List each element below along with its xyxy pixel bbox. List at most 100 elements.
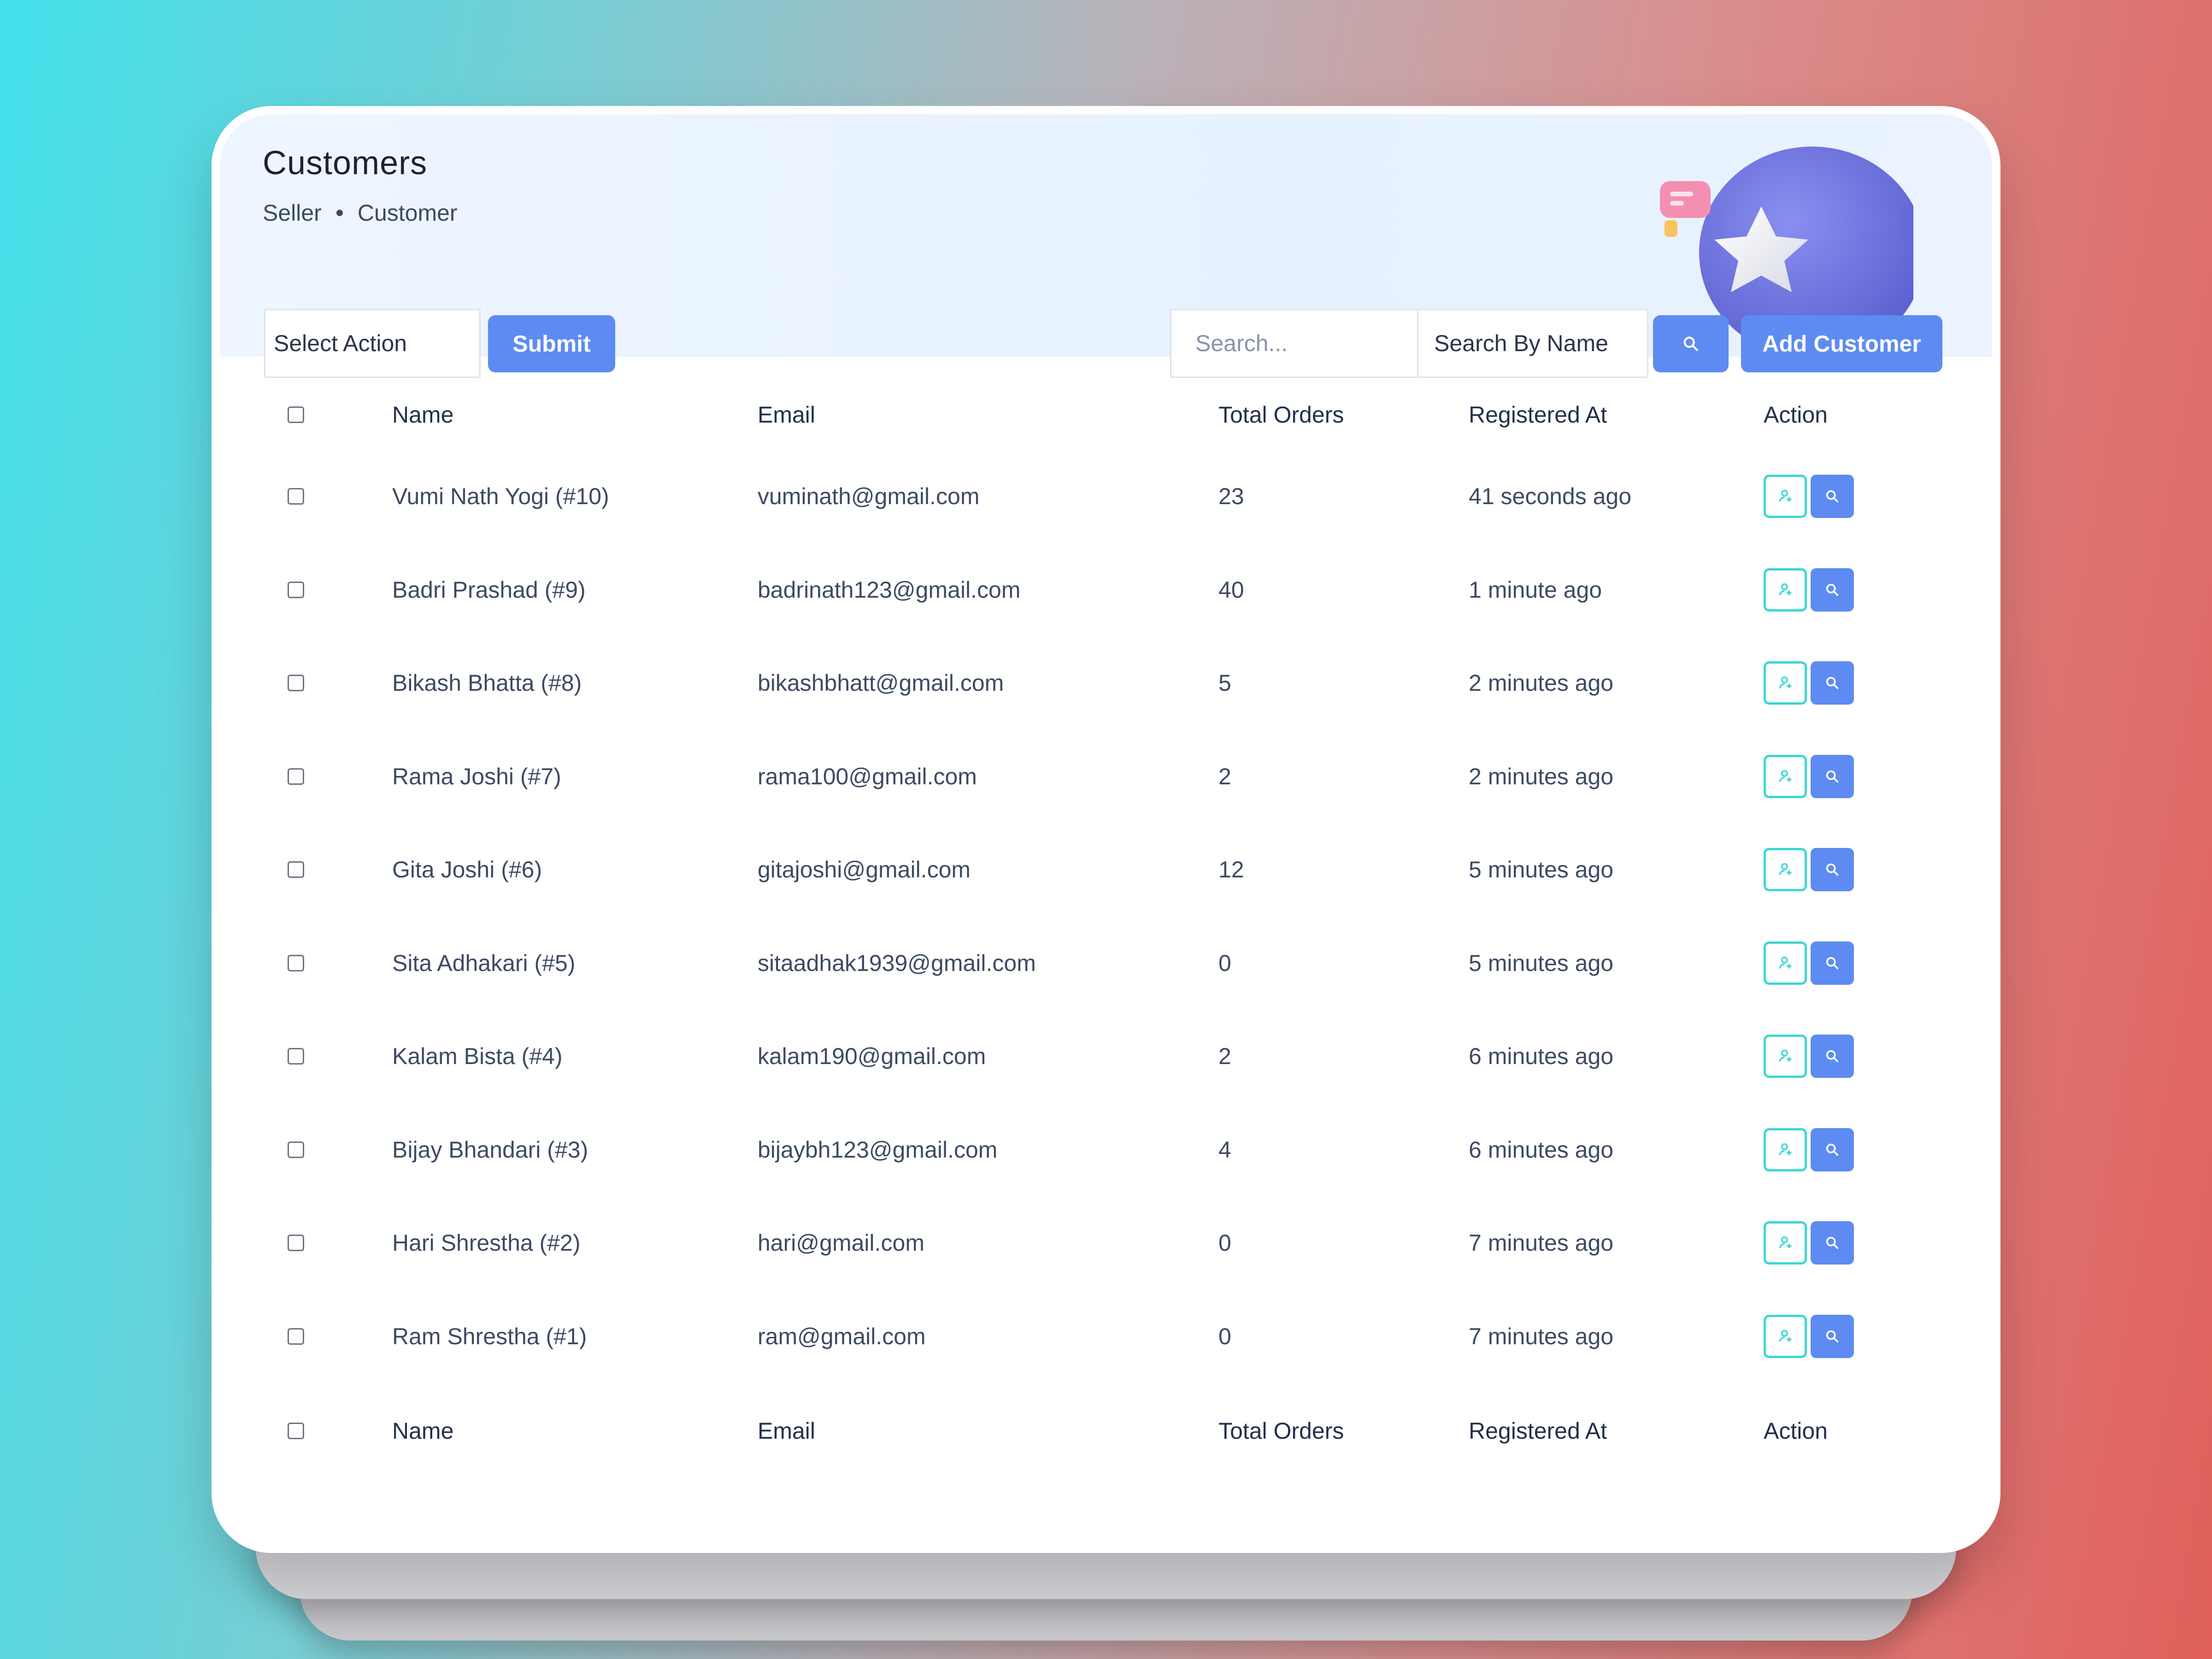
column-footer-total-orders[interactable]: Total Orders [1218,1403,1344,1459]
customer-total-orders: 0 [1218,950,1231,976]
user-icon [1779,583,1792,595]
customer-name[interactable]: Ram Shrestha (#1) [392,1309,587,1364]
column-footer-name[interactable]: Name [392,1403,453,1459]
customer-name[interactable]: Sita Adhakari (#5) [392,935,575,991]
customer-registered-at: 6 minutes ago [1469,1137,1614,1163]
login-as-customer-button[interactable] [1764,475,1807,518]
view-customer-button[interactable] [1811,1128,1854,1171]
customer-name[interactable]: Kalam Bista (#4) [392,1029,563,1084]
view-customer-button[interactable] [1811,848,1854,891]
row-checkbox[interactable] [288,1235,304,1251]
login-as-customer-button[interactable] [1764,848,1807,891]
search-icon [1826,1050,1839,1063]
search-icon [1826,677,1839,689]
user-icon [1779,489,1792,502]
customer-email: badrinath123@gmail.com [758,577,1021,603]
table-row: Vumi Nath Yogi (#10) vuminath@gmail.com … [212,469,2000,524]
page-title: Customers [263,145,428,182]
customer-email: kalam190@gmail.com [758,1043,986,1069]
login-as-customer-button[interactable] [1764,941,1807,985]
search-button[interactable] [1653,315,1729,372]
customer-registered-at: 2 minutes ago [1469,764,1614,789]
table-row: Rama Joshi (#7) rama100@gmail.com 2 2 mi… [212,749,2000,804]
view-customer-button[interactable] [1811,568,1854,612]
login-as-customer-button[interactable] [1764,1035,1807,1078]
login-as-customer-button[interactable] [1764,1221,1807,1265]
row-checkbox[interactable] [288,1141,304,1158]
customer-name[interactable]: Gita Joshi (#6) [392,842,542,897]
select-all-checkbox-footer[interactable] [288,1423,304,1439]
view-customer-button[interactable] [1811,1315,1854,1358]
customer-name[interactable]: Badri Prashad (#9) [392,562,586,618]
customer-total-orders: 5 [1218,670,1231,696]
customer-email: gitajoshi@gmail.com [758,857,971,882]
column-header-registered-at[interactable]: Registered At [1469,387,1607,442]
customer-registered-at: 6 minutes ago [1469,1043,1614,1069]
breadcrumb-seller[interactable]: Seller [263,200,322,226]
customer-email: sitaadhak1939@gmail.com [758,950,1036,976]
user-icon [1779,770,1792,782]
column-footer-email[interactable]: Email [758,1403,815,1459]
row-checkbox[interactable] [288,1328,304,1345]
row-checkbox[interactable] [288,582,304,598]
column-header-email[interactable]: Email [758,387,815,442]
add-customer-button[interactable]: Add Customer [1741,315,1942,372]
column-footer-action: Action [1764,1418,1828,1444]
search-icon [1826,490,1839,503]
view-customer-button[interactable] [1811,475,1854,518]
view-customer-button[interactable] [1811,1221,1854,1265]
search-by-select[interactable]: Search By Name [1418,310,1647,377]
row-checkbox[interactable] [288,768,304,785]
customer-total-orders: 12 [1218,857,1244,882]
view-customer-button[interactable] [1811,661,1854,705]
customer-total-orders: 0 [1218,1230,1231,1256]
customer-registered-at: 5 minutes ago [1469,950,1614,976]
customer-name[interactable]: Hari Shrestha (#2) [392,1215,581,1271]
search-icon [1826,1236,1839,1249]
view-customer-button[interactable] [1811,1035,1854,1078]
customer-name[interactable]: Bikash Bhatta (#8) [392,655,582,711]
search-icon [1826,1143,1839,1156]
search-input[interactable]: Search... [1171,310,1418,377]
table-row: Bijay Bhandari (#3) bijaybh123@gmail.com… [212,1122,2000,1177]
row-checkbox[interactable] [288,488,304,505]
view-customer-button[interactable] [1811,941,1854,985]
customer-email: vuminath@gmail.com [758,483,980,509]
submit-button[interactable]: Submit [488,315,615,372]
login-as-customer-button[interactable] [1764,568,1807,612]
row-checkbox[interactable] [288,861,304,878]
user-icon [1779,1143,1792,1155]
user-icon [1779,1049,1792,1062]
row-checkbox[interactable] [288,1048,304,1065]
customer-email: bijaybh123@gmail.com [758,1137,998,1163]
column-header-total-orders[interactable]: Total Orders [1218,387,1344,442]
row-checkbox[interactable] [288,675,304,691]
customer-total-orders: 0 [1218,1324,1231,1349]
select-action-dropdown[interactable]: Select Action [264,309,481,378]
table-row: Kalam Bista (#4) kalam190@gmail.com 2 6 … [212,1029,2000,1084]
view-customer-button[interactable] [1811,755,1854,798]
column-footer-registered-at[interactable]: Registered At [1469,1403,1607,1459]
search-icon [1826,1330,1839,1343]
customer-registered-at: 2 minutes ago [1469,670,1614,696]
table-row: Hari Shrestha (#2) hari@gmail.com 0 7 mi… [212,1215,2000,1271]
table-row: Sita Adhakari (#5) sitaadhak1939@gmail.c… [212,935,2000,991]
login-as-customer-button[interactable] [1764,1128,1807,1171]
customer-email: bikashbhatt@gmail.com [758,670,1004,696]
table-row: Badri Prashad (#9) badrinath123@gmail.co… [212,562,2000,618]
row-checkbox[interactable] [288,955,304,971]
login-as-customer-button[interactable] [1764,1315,1807,1358]
user-icon [1779,676,1792,688]
customer-name[interactable]: Vumi Nath Yogi (#10) [392,469,609,524]
table-row: Ram Shrestha (#1) ram@gmail.com 0 7 minu… [212,1309,2000,1364]
user-icon [1779,956,1792,969]
column-header-name[interactable]: Name [392,387,453,442]
login-as-customer-button[interactable] [1764,755,1807,798]
customer-name[interactable]: Rama Joshi (#7) [392,749,561,804]
breadcrumb-customer: Customer [357,200,458,226]
customer-name[interactable]: Bijay Bhandari (#3) [392,1122,588,1177]
login-as-customer-button[interactable] [1764,661,1807,705]
table-footer-row: Name Email Total Orders Registered At Ac… [212,1403,2000,1459]
column-header-action: Action [1764,402,1828,428]
select-all-checkbox[interactable] [288,406,304,423]
